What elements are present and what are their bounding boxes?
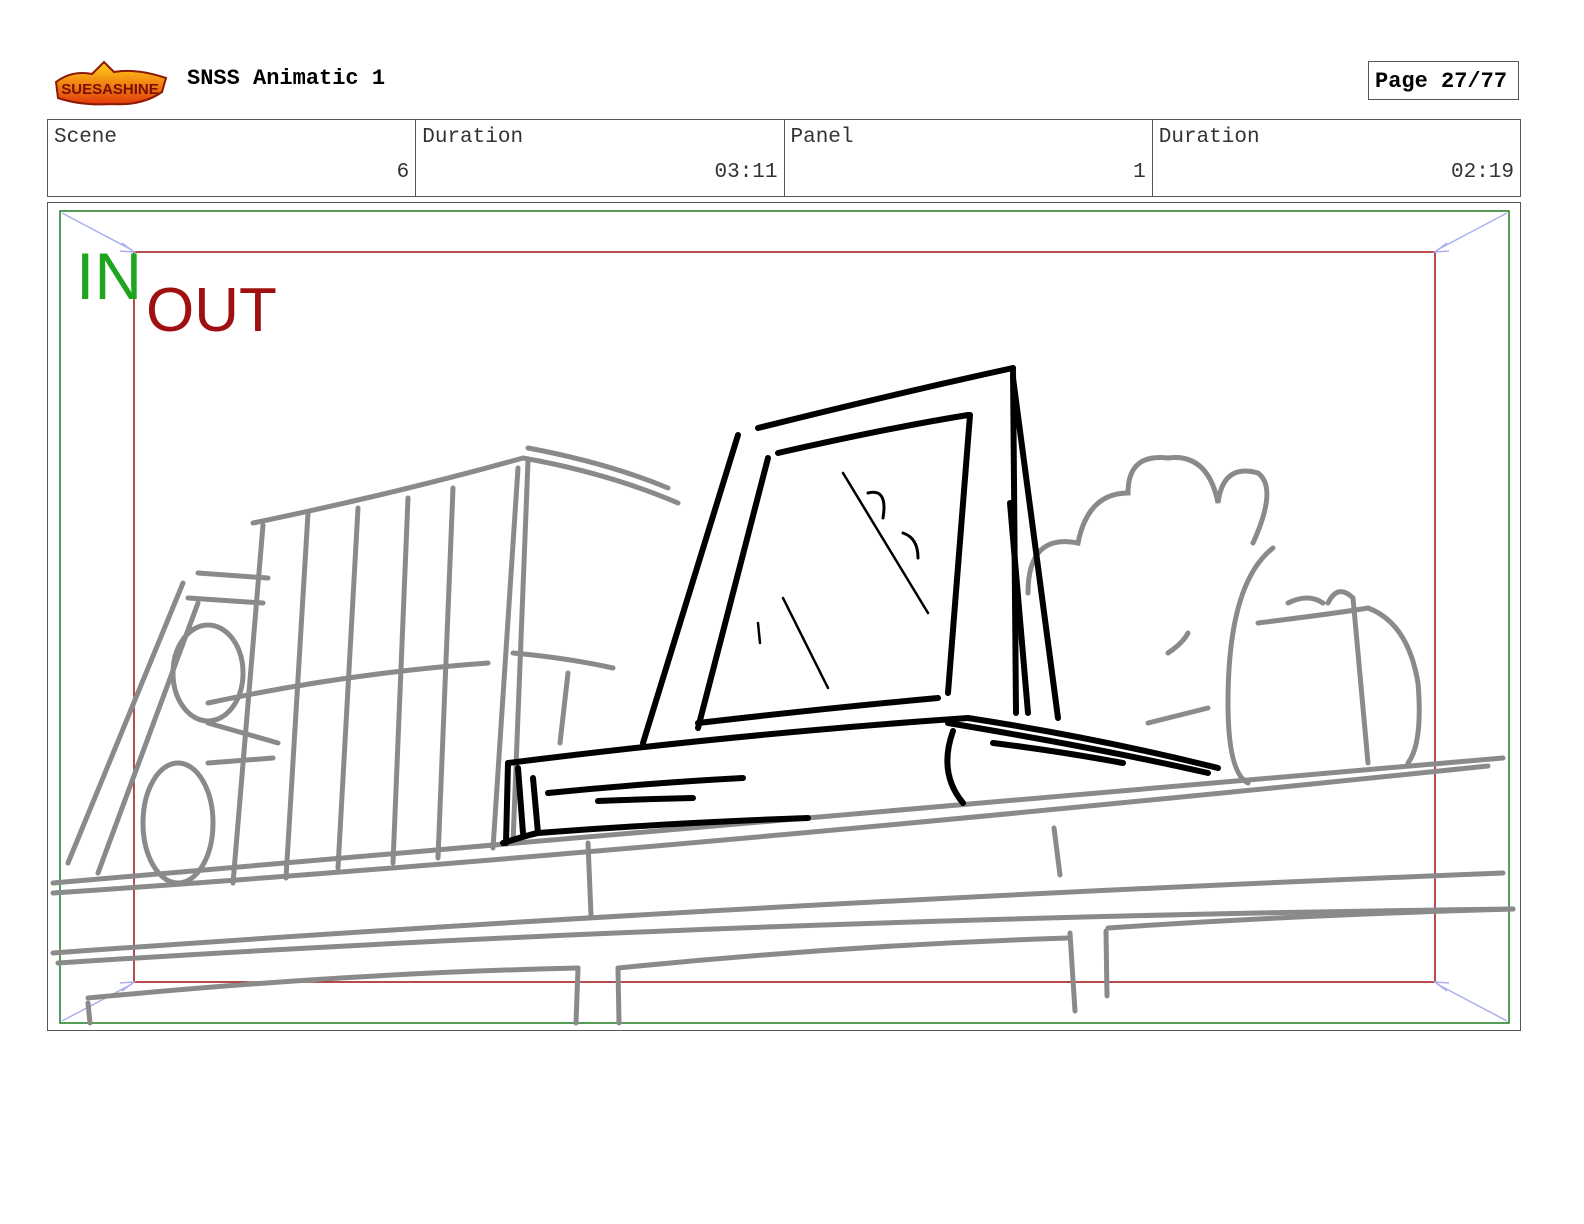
panel-duration-cell: Duration 02:19 <box>1153 120 1520 196</box>
in-label: IN <box>76 239 142 313</box>
panel-duration-value: 02:19 <box>1450 161 1514 184</box>
storyboard-panel: IN OUT <box>47 202 1521 1031</box>
scene-duration-label: Duration <box>422 126 524 149</box>
panel-value: 1 <box>1133 161 1146 184</box>
foreground-sketch <box>500 365 1221 846</box>
scene-duration-value: 03:11 <box>714 161 778 184</box>
panel-cell: Panel 1 <box>785 120 1153 196</box>
panel-duration-label: Duration <box>1158 126 1260 149</box>
scene-info-table: Scene 6 Duration 03:11 Panel 1 Duration … <box>47 119 1521 197</box>
scene-label: Scene <box>54 126 118 149</box>
logo: SUESASHINE <box>52 58 170 108</box>
panel-label: Panel <box>790 126 854 149</box>
out-label: OUT <box>146 276 277 345</box>
scene-cell: Scene 6 <box>48 120 417 196</box>
panel-sketch: IN OUT <box>50 210 1516 1026</box>
scene-duration-cell: Duration 03:11 <box>416 120 785 196</box>
document-title: SNSS Animatic 1 <box>187 66 386 91</box>
svg-text:SUESASHINE: SUESASHINE <box>61 81 159 98</box>
page-number: Page 27/77 <box>1375 69 1508 94</box>
page-indicator: Page 27/77 <box>1368 61 1519 100</box>
scene-value: 6 <box>396 161 410 184</box>
